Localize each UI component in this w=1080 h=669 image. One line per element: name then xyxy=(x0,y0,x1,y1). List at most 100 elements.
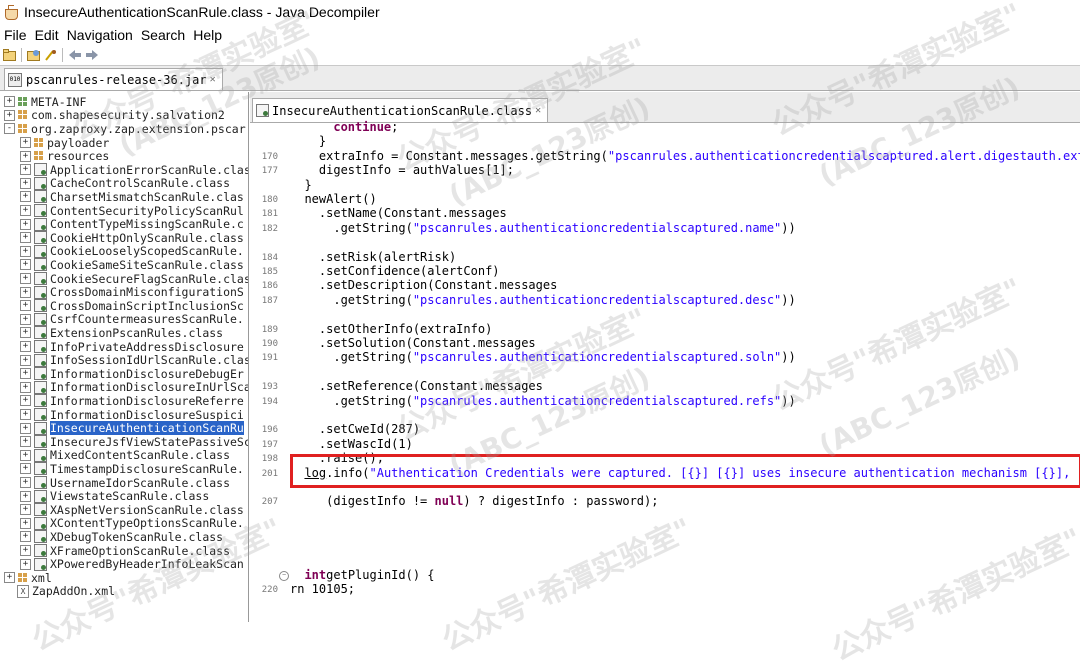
toolbar xyxy=(0,45,1080,66)
expand-icon[interactable]: + xyxy=(20,518,31,529)
expand-icon[interactable]: + xyxy=(20,178,31,189)
expand-icon[interactable]: + xyxy=(20,382,31,393)
menu-file[interactable]: File xyxy=(4,27,27,43)
expand-icon[interactable]: + xyxy=(20,450,31,461)
tree-item[interactable]: +CrossDomainMisconfigurationS xyxy=(20,285,244,299)
tree-item[interactable]: + ContentSecurityPolicyScanRul xyxy=(20,204,244,218)
expand-icon[interactable]: + xyxy=(20,436,31,447)
tree-item[interactable]: +com.shapesecurity.salvation2 xyxy=(4,109,225,123)
tree-item[interactable]: -org.zaproxy.zap.extension.pscar xyxy=(4,122,246,136)
tree-item[interactable]: +TimestampDisclosureScanRule. xyxy=(20,462,244,476)
tree-item[interactable]: +resources xyxy=(20,149,109,163)
code-view[interactable]: continue; }170 extraInfo = Constant.mess… xyxy=(250,123,1080,622)
fold-icon[interactable]: − xyxy=(279,571,289,581)
back-arrow-icon[interactable] xyxy=(68,48,82,62)
tree-item[interactable]: +InformationDisclosureSuspici xyxy=(20,408,244,422)
tree-item[interactable]: +XDebugTokenScanRule.class xyxy=(20,530,223,544)
expand-icon[interactable]: + xyxy=(20,463,31,474)
tree-item[interactable]: XZapAddOn.xml xyxy=(4,585,115,599)
tree-item[interactable]: +CrossDomainScriptInclusionSc xyxy=(20,299,244,313)
expand-icon[interactable]: + xyxy=(20,151,31,162)
menu-search[interactable]: Search xyxy=(141,27,185,43)
expand-icon[interactable]: + xyxy=(20,191,31,202)
expand-icon[interactable]: + xyxy=(20,504,31,515)
class-file-icon xyxy=(34,313,47,326)
tree-item[interactable]: +InformationDisclosureDebugEr xyxy=(20,367,244,381)
line-number: 182 xyxy=(250,224,278,234)
expand-icon[interactable]: + xyxy=(4,110,15,121)
expand-icon[interactable]: + xyxy=(20,300,31,311)
menu-navigation[interactable]: Navigation xyxy=(67,27,133,43)
expand-icon[interactable]: + xyxy=(20,314,31,325)
expand-icon[interactable]: + xyxy=(4,572,15,583)
expand-icon[interactable]: + xyxy=(20,491,31,502)
expand-icon[interactable]: + xyxy=(20,559,31,570)
tree-item[interactable]: +InfoSessionIdUrlScanRule.clas xyxy=(20,353,249,367)
tree-item[interactable]: +CookieSecureFlagScanRule.clas xyxy=(20,272,249,286)
tab-class-file[interactable]: InsecureAuthenticationScanRule.class ✕ xyxy=(252,98,548,122)
tree-item[interactable]: + XFrameOptionScanRule.class xyxy=(20,544,230,558)
tab-jar-file[interactable]: 010 pscanrules-release-36.jar ✕ xyxy=(4,68,223,90)
tree-item[interactable]: +CookieLooselyScopedScanRule. xyxy=(20,245,244,259)
tree-item[interactable]: +xml xyxy=(4,571,52,585)
expand-icon[interactable]: + xyxy=(20,545,31,556)
expand-icon[interactable]: + xyxy=(20,423,31,434)
tree-item[interactable]: +InsecureJsfViewStatePassiveSc xyxy=(20,435,249,449)
menu-help[interactable]: Help xyxy=(193,27,222,43)
tree-item[interactable]: +UsernameIdorScanRule.class xyxy=(20,476,230,490)
forward-arrow-icon[interactable] xyxy=(85,48,99,62)
collapse-icon[interactable]: - xyxy=(4,123,15,134)
xml-file-icon: X xyxy=(17,585,29,598)
tree-item-label: ContentSecurityPolicyScanRul xyxy=(50,204,244,218)
tree-item[interactable]: +InfoPrivateAddressDisclosure xyxy=(20,340,244,354)
expand-icon[interactable]: + xyxy=(20,219,31,230)
expand-icon[interactable]: + xyxy=(20,287,31,298)
expand-icon[interactable]: + xyxy=(4,96,15,107)
tree-item[interactable]: +XPoweredByHeaderInfoLeakScan xyxy=(20,557,244,571)
tree-item[interactable]: +ViewstateScanRule.class xyxy=(20,489,209,503)
tree-item[interactable]: +CacheControlScanRule.class xyxy=(20,177,230,191)
expand-icon[interactable]: + xyxy=(20,395,31,406)
open-file-icon[interactable] xyxy=(3,48,17,62)
tree-item[interactable]: +InformationDisclosureReferre xyxy=(20,394,244,408)
tree-item[interactable]: +XContentTypeOptionsScanRule. xyxy=(20,517,244,531)
tree-item[interactable]: +XAspNetVersionScanRule.class xyxy=(20,503,244,517)
string-token: "pscanrules.authenticationcredentialscap… xyxy=(608,149,1080,163)
expand-icon[interactable]: + xyxy=(20,246,31,257)
tree-item[interactable]: +CookieHttpOnlyScanRule.class xyxy=(20,231,244,245)
expand-icon[interactable]: + xyxy=(20,205,31,216)
tree-item-label: XFrameOptionScanRule.class xyxy=(50,544,230,558)
expand-icon[interactable]: + xyxy=(20,355,31,366)
open-type-icon[interactable] xyxy=(27,48,41,62)
tree-item[interactable]: +payloader xyxy=(20,136,109,150)
tree-item[interactable]: +ContentTypeMissingScanRule.c xyxy=(20,217,244,231)
code-token: extraInfo = Constant.messages.getString( xyxy=(290,149,608,163)
code-line: digestInfo = authValues[1]; xyxy=(290,163,514,177)
expand-icon[interactable]: + xyxy=(20,409,31,420)
expand-icon[interactable]: + xyxy=(20,341,31,352)
tree-item[interactable]: +ExtensionPscanRules.class xyxy=(20,326,223,340)
tree-item[interactable]: +META-INF xyxy=(4,95,86,109)
tree-item[interactable]: +ApplicationErrorScanRule.clas xyxy=(20,163,249,177)
expand-icon[interactable]: + xyxy=(20,273,31,284)
expand-icon[interactable]: + xyxy=(20,477,31,488)
tree-item[interactable]: +CookieSameSiteScanRule.class xyxy=(20,258,244,272)
package-tree[interactable]: +META-INF+com.shapesecurity.salvation2-o… xyxy=(0,92,249,622)
expand-icon[interactable]: + xyxy=(20,531,31,542)
tree-item[interactable]: +CsrfCountermeasuresScanRule. xyxy=(20,313,244,327)
expand-icon[interactable]: + xyxy=(20,164,31,175)
expand-icon[interactable]: + xyxy=(20,259,31,270)
tree-item-selected[interactable]: +InsecureAuthenticationScanRu xyxy=(20,421,244,435)
search-icon[interactable] xyxy=(44,48,58,62)
expand-icon[interactable]: + xyxy=(20,232,31,243)
tree-item[interactable]: +InformationDisclosureInUrlSca xyxy=(20,381,249,395)
tree-item[interactable]: +CharsetMismatchScanRule.clas xyxy=(20,190,244,204)
menu-edit[interactable]: Edit xyxy=(35,27,59,43)
expand-icon[interactable]: + xyxy=(20,368,31,379)
close-icon[interactable]: ✕ xyxy=(535,105,541,116)
expand-icon[interactable]: + xyxy=(20,137,31,148)
class-file-icon xyxy=(34,163,47,176)
expand-icon[interactable]: + xyxy=(20,327,31,338)
tree-item[interactable]: +MixedContentScanRule.class xyxy=(20,449,230,463)
close-icon[interactable]: ✕ xyxy=(210,74,216,85)
